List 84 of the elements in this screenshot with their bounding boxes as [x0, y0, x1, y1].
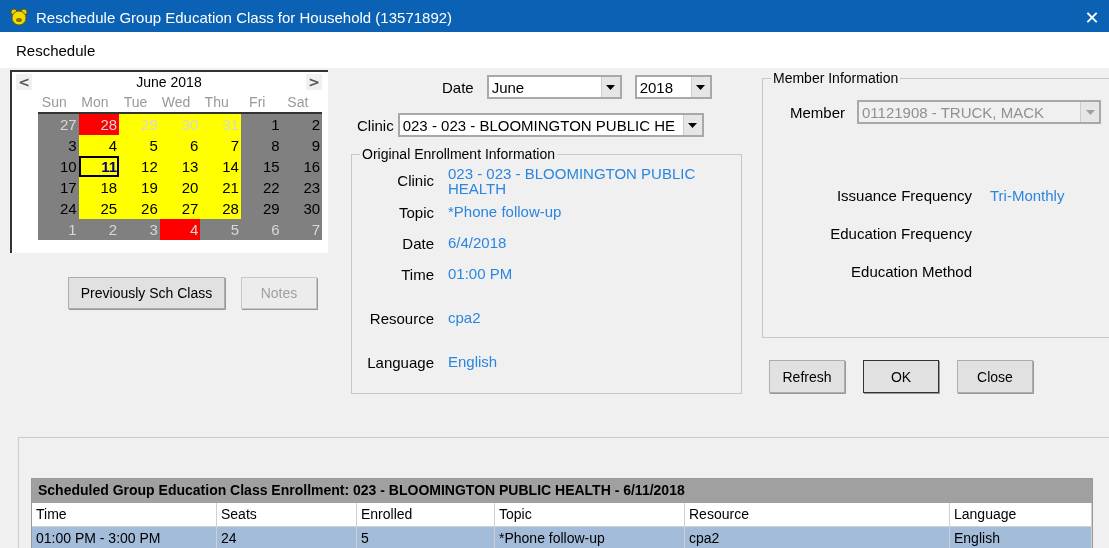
calendar-day[interactable]: 16: [281, 156, 323, 177]
calendar-day[interactable]: 11: [78, 156, 120, 177]
calendar-day[interactable]: 12: [119, 156, 160, 177]
caret-icon: [1085, 109, 1095, 115]
calendar-day[interactable]: 17: [38, 177, 79, 198]
calendar-day[interactable]: 18: [78, 177, 120, 198]
calendar-day[interactable]: 22: [240, 177, 282, 198]
bear-icon: [10, 8, 28, 26]
weekday-label: Fri: [248, 94, 267, 110]
field-value: 6/4/2018: [448, 235, 508, 250]
next-month-button[interactable]: >: [306, 74, 322, 90]
field-label: Clinic: [396, 172, 434, 189]
field-label: Issuance Frequency: [835, 186, 972, 204]
month-dropdown[interactable]: June: [486, 75, 622, 99]
table-cell: 24: [217, 527, 357, 548]
calendar-day[interactable]: 19: [119, 177, 160, 198]
calendar-day[interactable]: 13: [159, 156, 201, 177]
field-label: Clinic: [357, 116, 394, 134]
calendar-day[interactable]: 28: [200, 198, 241, 219]
calendar-day[interactable]: 29: [240, 198, 282, 219]
field-label: Member: [790, 103, 845, 121]
window-title: Reschedule Group Education Class for Household (13571892): [36, 8, 454, 26]
field-label: Resource: [368, 310, 434, 327]
table-cell: 01:00 PM - 3:00 PM: [32, 527, 217, 548]
weekday-label: Thu: [203, 94, 230, 110]
weekday-label: Tue: [122, 94, 149, 110]
group-title: Member Information: [772, 70, 900, 86]
weekday-label: Sun: [40, 94, 68, 110]
form-button[interactable]: Refresh: [769, 360, 845, 393]
field-value: 023 - 023 - BLOOMINGTON PUBLIC HEALTH: [448, 166, 697, 196]
field-label: Date: [442, 78, 474, 96]
calendar-day[interactable]: 10: [38, 156, 79, 177]
calendar-day[interactable]: 27: [159, 198, 201, 219]
field-label: Education Frequency: [829, 224, 972, 242]
calendar-day[interactable]: 15: [240, 156, 282, 177]
year-dropdown[interactable]: 2018: [634, 75, 712, 99]
calendar-day[interactable]: 21: [200, 177, 241, 198]
caret-icon: [696, 84, 706, 90]
clinic-dropdown[interactable]: 023 - 023 - BLOOMINGTON PUBLIC HE: [397, 113, 704, 137]
weekday-label: Sat: [286, 94, 310, 110]
weekday-label: Mon: [80, 94, 110, 110]
calendar-day[interactable]: 2: [281, 114, 323, 135]
field-label: Topic: [397, 204, 434, 221]
field-label: Education Method: [850, 262, 972, 280]
field-label: Language: [366, 354, 434, 371]
table-row[interactable]: 01:00 PM - 3:00 PM 24 5 *Phone follow-up cpa2 English: [32, 527, 1092, 548]
menu-item[interactable]: Reschedule: [12, 39, 100, 61]
calendar-day[interactable]: 23: [281, 177, 323, 198]
field-label: Date: [401, 235, 434, 252]
weekday-label: Wed: [160, 94, 192, 110]
close-button[interactable]: ✕: [1075, 0, 1109, 34]
table-cell: English: [950, 527, 1092, 548]
table-cell: 5: [357, 527, 495, 548]
month-title: June 2018: [136, 74, 202, 90]
caret-icon: [688, 122, 698, 128]
form-button[interactable]: Previously Sch Class: [68, 277, 225, 309]
field-value: cpa2: [448, 310, 482, 325]
form-button[interactable]: OK: [863, 360, 939, 393]
form-button[interactable]: Close: [957, 360, 1033, 393]
group-title: Original Enrollment Information: [361, 146, 556, 162]
field-value: Tri-Monthly: [990, 186, 1065, 204]
calendar-day[interactable]: 4: [78, 135, 120, 156]
table-cell: cpa2: [685, 527, 950, 548]
calendar-day[interactable]: 14: [200, 156, 241, 177]
table-cell: *Phone follow-up: [495, 527, 685, 548]
field-value: English: [448, 354, 499, 369]
calendar-day[interactable]: 26: [119, 198, 160, 219]
calendar-day[interactable]: 7: [200, 135, 241, 156]
field-value: *Phone follow-up: [448, 204, 563, 219]
field-label: Time: [400, 266, 434, 283]
calendar-day[interactable]: 25: [78, 198, 120, 219]
calendar-day[interactable]: 1: [240, 114, 282, 135]
calendar-day[interactable]: 24: [38, 198, 79, 219]
calendar-day[interactable]: 5: [119, 135, 160, 156]
calendar-day[interactable]: 3: [38, 135, 79, 156]
calendar-day[interactable]: 9: [281, 135, 323, 156]
table-title: Scheduled Group Education Class Enrollment: 023 - BLOOMINGTON PUBLIC HEALTH - 6/11/2018: [32, 479, 1092, 503]
field-value: 01:00 PM: [448, 266, 514, 281]
calendar-day[interactable]: 30: [281, 198, 323, 219]
calendar-day[interactable]: 8: [240, 135, 282, 156]
caret-icon: [606, 84, 616, 90]
calendar-day[interactable]: 20: [159, 177, 201, 198]
calendar-day[interactable]: 6: [159, 135, 201, 156]
previous-month-button[interactable]: <: [16, 74, 32, 90]
